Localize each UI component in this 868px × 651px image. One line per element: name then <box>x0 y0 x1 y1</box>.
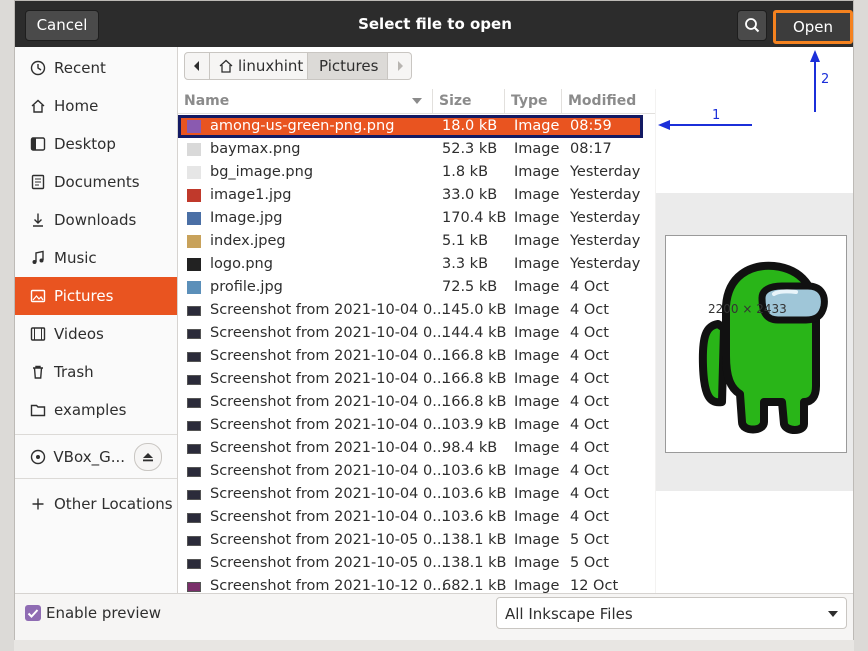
annotation-label-1: 1 <box>712 108 721 123</box>
annotation-arrowhead-1 <box>658 120 670 130</box>
annotation-arrowhead-2 <box>810 50 820 62</box>
annotation-overlay <box>658 50 820 130</box>
annotation-label-2: 2 <box>821 72 830 87</box>
